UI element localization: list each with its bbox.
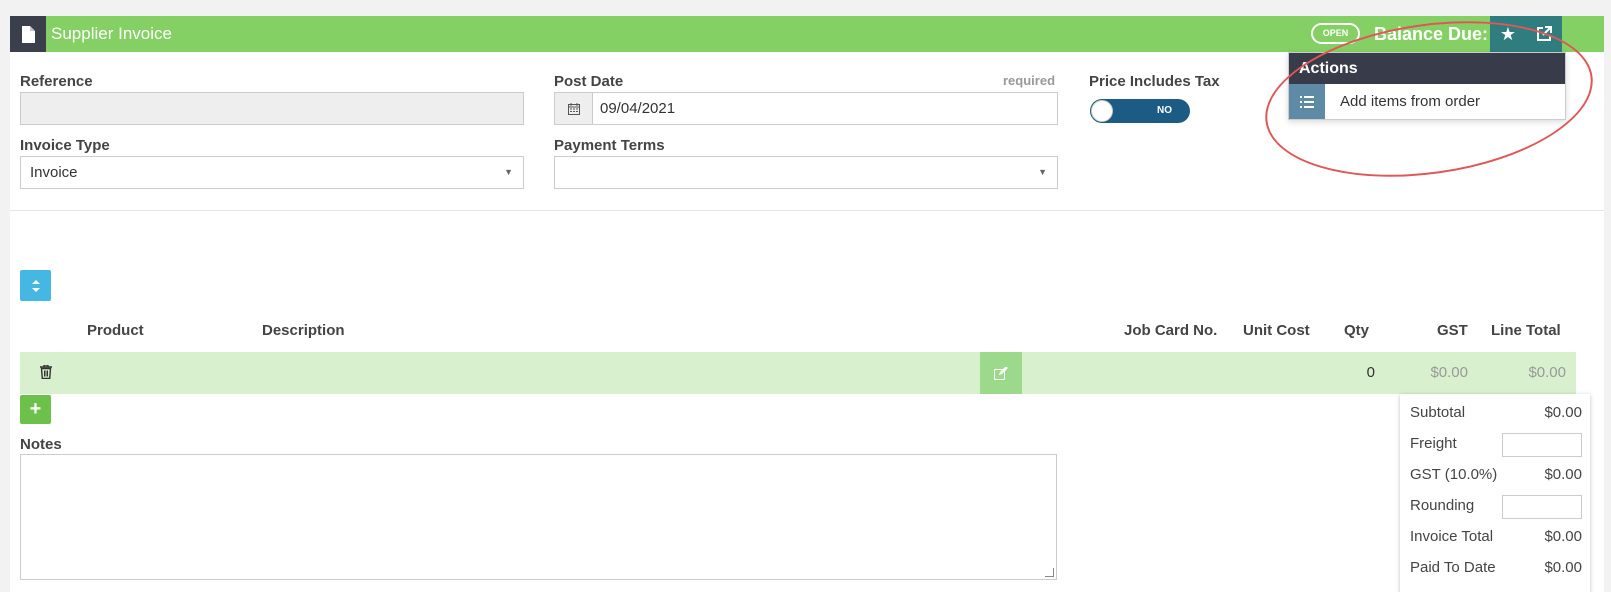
resize-handle[interactable] [1045, 568, 1054, 577]
page-title: Supplier Invoice [51, 24, 172, 43]
column-description: Description [262, 322, 345, 339]
invoice-total-value: $0.00 [1544, 528, 1582, 545]
notes-label: Notes [20, 436, 62, 453]
open-external-button[interactable] [1526, 16, 1562, 52]
status-badge: OPEN [1311, 23, 1360, 44]
document-icon [10, 16, 46, 52]
toggle-state: NO [1157, 105, 1172, 116]
add-items-from-order-label: Add items from order [1340, 93, 1481, 110]
freight-label: Freight [1410, 435, 1457, 452]
trash-icon[interactable] [40, 364, 52, 383]
column-qty: Qty [1344, 322, 1370, 339]
section-divider [10, 210, 1604, 211]
payment-terms-label: Payment Terms [554, 137, 665, 154]
actions-menu: Actions Add items from order [1288, 52, 1566, 120]
invoice-type-label: Invoice Type [20, 137, 110, 154]
subtotal-label: Subtotal [1410, 404, 1466, 421]
column-gst: GST [1437, 322, 1468, 339]
freight-input[interactable] [1502, 433, 1582, 457]
paid-to-date-value: $0.00 [1544, 559, 1582, 576]
edit-description-button[interactable] [980, 352, 1022, 394]
edit-icon [993, 366, 1008, 380]
post-date-label: Post Date [554, 73, 624, 90]
actions-menu-title: Actions [1289, 53, 1565, 84]
table-row: 0 $0.00 $0.00 [20, 352, 1576, 394]
plus-icon: + [29, 398, 42, 420]
notes-textarea[interactable] [20, 454, 1057, 580]
sort-button[interactable] [20, 270, 51, 301]
column-unit-cost: Unit Cost [1243, 322, 1310, 339]
external-link-icon [1537, 26, 1552, 41]
gst-value: $0.00 [1544, 466, 1582, 483]
invoice-total-label: Invoice Total [1410, 528, 1494, 545]
freight-row: Freight [1410, 429, 1582, 459]
payment-terms-select[interactable]: ▼ [554, 156, 1058, 189]
reference-label: Reference [20, 73, 93, 90]
invoice-header: Supplier Invoice OPEN Balance Due: $0.00… [10, 16, 1604, 52]
subtotal-value: $0.00 [1544, 404, 1582, 421]
invoice-total-row: Invoice Total $0.00 [1410, 522, 1582, 552]
column-line-total: Line Total [1491, 322, 1561, 339]
price-includes-tax-label: Price Includes Tax [1089, 73, 1220, 90]
rounding-input[interactable] [1502, 495, 1582, 519]
price-includes-tax-toggle[interactable]: NO [1090, 99, 1190, 123]
gst-row: GST (10.0%) $0.00 [1410, 460, 1582, 490]
required-hint: required [1003, 73, 1056, 88]
invoice-type-value: Invoice [30, 164, 78, 181]
add-line-button[interactable]: + [20, 395, 51, 424]
sort-icon [31, 279, 40, 292]
star-icon: ★ [1499, 23, 1517, 44]
rounding-label: Rounding [1410, 497, 1475, 514]
list-icon [1289, 84, 1325, 119]
reference-input[interactable] [20, 92, 524, 125]
post-date-value: 09/04/2021 [600, 100, 676, 117]
invoice-type-select[interactable]: Invoice ▼ [20, 156, 524, 189]
chevron-down-icon: ▼ [504, 167, 513, 177]
favorite-button[interactable]: ★ [1490, 16, 1526, 52]
subtotal-row: Subtotal $0.00 [1410, 398, 1582, 428]
totals-panel: Subtotal $0.00 Freight GST (10.0%) $0.00… [1400, 394, 1590, 592]
rounding-row: Rounding [1410, 491, 1582, 521]
paid-to-date-row: Paid To Date $0.00 [1410, 553, 1582, 583]
row-gst: $0.00 [1430, 364, 1468, 381]
row-line-total: $0.00 [1528, 364, 1566, 381]
gst-label: GST (10.0%) [1410, 466, 1498, 483]
column-job-card: Job Card No. [1124, 322, 1218, 339]
row-qty[interactable]: 0 [1367, 352, 1375, 394]
add-items-from-order-item[interactable]: Add items from order [1289, 84, 1565, 119]
chevron-down-icon: ▼ [1038, 167, 1047, 177]
post-date-input[interactable]: 09/04/2021 [554, 92, 1058, 125]
toggle-knob [1091, 100, 1113, 122]
calendar-icon[interactable] [555, 93, 593, 124]
paid-to-date-label: Paid To Date [1410, 559, 1496, 576]
column-product: Product [87, 322, 144, 339]
